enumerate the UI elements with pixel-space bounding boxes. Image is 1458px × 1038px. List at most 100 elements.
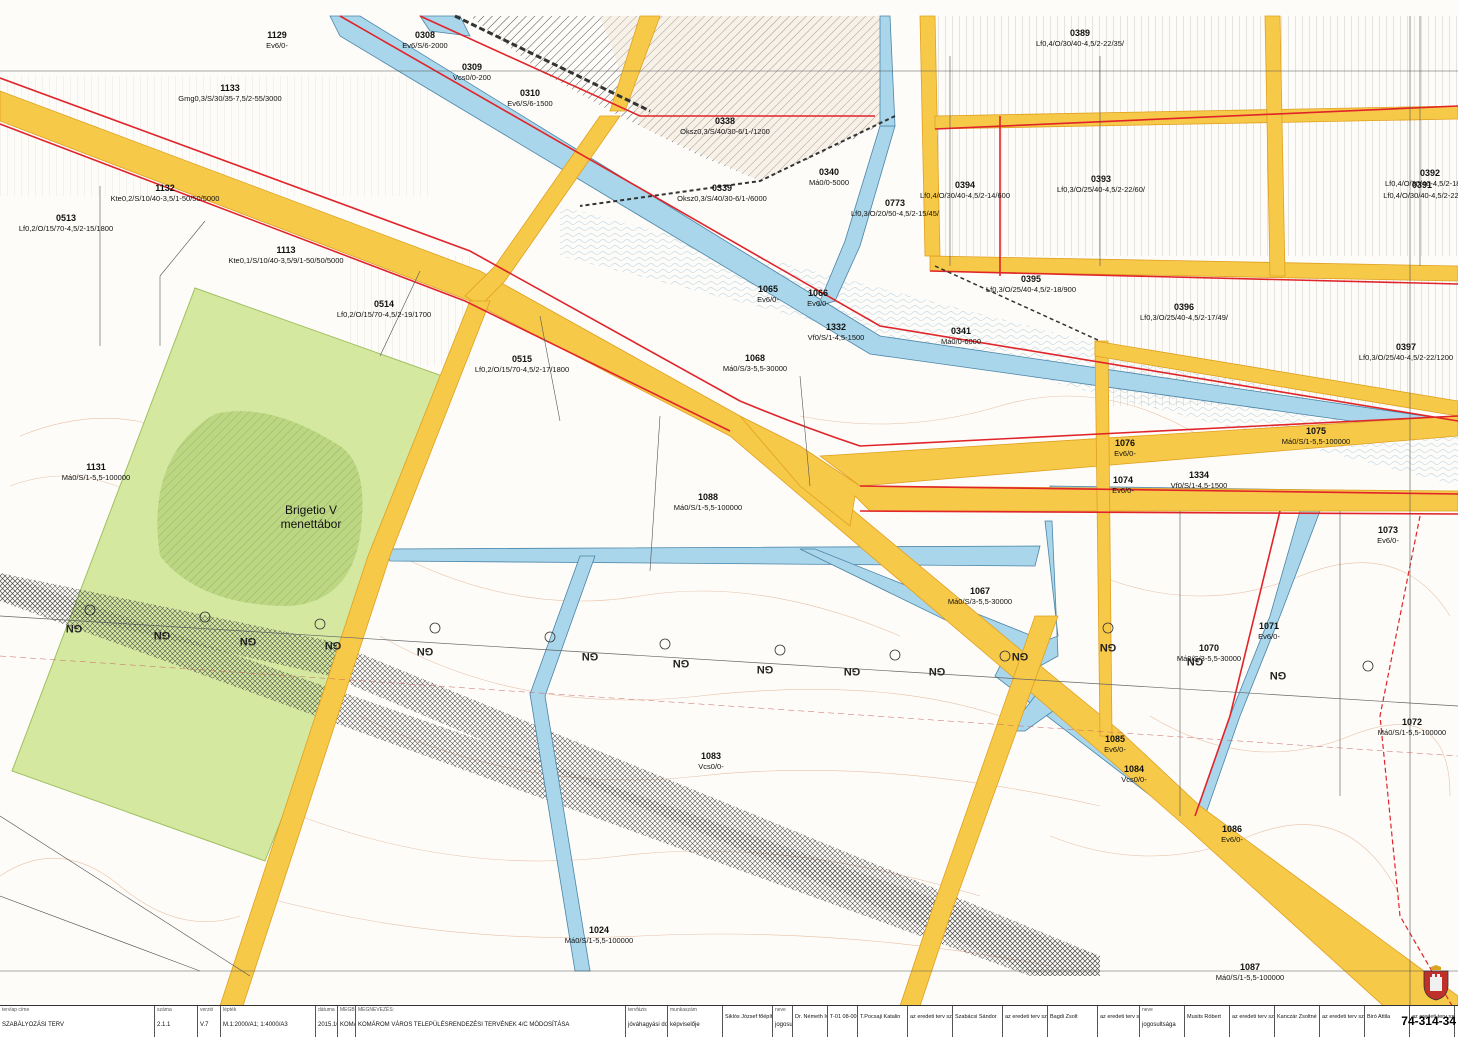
cell-value: SZABÁLYOZÁSI TERV bbox=[2, 1022, 65, 1028]
cell-value: jogosultsága bbox=[775, 1022, 793, 1028]
zoning-code: Má0/S/3-5,5-30000 bbox=[723, 364, 787, 373]
cell-key: száma bbox=[157, 1007, 172, 1013]
title-block-cell: T.Pocsaji Katalin bbox=[858, 1006, 908, 1037]
title-block-cell: verzió V.7 bbox=[198, 1006, 221, 1037]
area-label: Brigetio V bbox=[285, 503, 337, 517]
zoning-code: Lf0,4/O/30/40-4,5/2-22/35/ bbox=[1036, 39, 1125, 48]
zoning-code: Má0/0-6000 bbox=[941, 337, 981, 346]
parcel-number: 1070 bbox=[1199, 643, 1219, 653]
zoning-code: Lf0,4/O/30/40-4,5/2-22/ bbox=[1383, 191, 1458, 200]
zoning-code: Lf0,2/O/15/70-4,5/2-15/1800 bbox=[19, 224, 113, 233]
cell-value: KOMÁROM VÁROS TELEPÜLÉSRENDEZÉSI TERVÉNE… bbox=[358, 1022, 570, 1028]
parcel-number: 1073 bbox=[1378, 525, 1398, 535]
parcel-number: 1113 bbox=[276, 245, 295, 255]
zoning-code: Ev6/0- bbox=[757, 295, 779, 304]
parcel-number: 0341 bbox=[951, 326, 971, 336]
zoning-code: Ev6/0- bbox=[1221, 835, 1243, 844]
parcel-number: 1066 bbox=[808, 288, 828, 298]
parcel-number: 1075 bbox=[1306, 426, 1326, 436]
zoning-code: Vcs0/0- bbox=[698, 762, 724, 771]
cell-value: 2015.10.15. bbox=[318, 1022, 337, 1028]
cell-key: neve bbox=[1142, 1007, 1153, 1013]
cell-key: tervfázis bbox=[628, 1007, 647, 1013]
zoning-code: Lf0,3/O/20/50-4,5/2-15/45/ bbox=[851, 209, 940, 218]
zoning-code: Ev6/S/6-1500 bbox=[507, 99, 552, 108]
title-block-cell: Bagdi Zsolt bbox=[1048, 1006, 1098, 1037]
cell-value: M.1:2000/A1; 1:4000/A3 bbox=[223, 1022, 288, 1028]
gn-label: GN bbox=[1187, 655, 1204, 667]
title-block-cell: munkaszám képviselője bbox=[668, 1006, 723, 1037]
parcel-number: 0392 bbox=[1420, 168, 1440, 178]
zoning-code: Má0/S/1-5,5-100000 bbox=[1378, 728, 1446, 737]
title-block-cell: az eredeti terv szakági tervezője bbox=[1098, 1006, 1140, 1037]
cell-value: Musits Róbert bbox=[1187, 1014, 1221, 1020]
parcel-number: 1072 bbox=[1402, 717, 1422, 727]
cell-key: neve bbox=[775, 1007, 786, 1013]
cell-value: Szabácsi Sándor bbox=[955, 1014, 997, 1020]
zoning-map: 1129Ev6/0-0308Ev6/S/6-20000309Vcs0/0-200… bbox=[0, 14, 1458, 1022]
title-block-cell: neve jogosultsága bbox=[773, 1006, 793, 1037]
parcel-number: 0773 bbox=[885, 198, 905, 208]
parcel-number: 0513 bbox=[56, 213, 76, 223]
zoning-code: Vf0/S/1-4,5-1500 bbox=[1171, 481, 1228, 490]
zoning-code: Vcs0/0- bbox=[1121, 775, 1147, 784]
parcel-number: 1131 bbox=[86, 462, 106, 472]
title-block-cell: tervlap címe SZABÁLYOZÁSI TERV bbox=[0, 1006, 155, 1037]
cell-key: tervlap címe bbox=[2, 1007, 30, 1013]
cell-value: Siklós József főépítész bbox=[725, 1014, 773, 1020]
gn-label: GN bbox=[66, 622, 83, 634]
title-block-cell: T-01 08-0067 bbox=[828, 1006, 858, 1037]
cell-value: T-01 08-0067 bbox=[830, 1014, 857, 1020]
cell-value: Biró Attila bbox=[1367, 1014, 1391, 1020]
parcel-number: 1133 bbox=[220, 83, 240, 93]
title-block-cell: tervfázis jóváhagyási dokumentáció bbox=[626, 1006, 668, 1037]
parcel-number: 1332 bbox=[826, 322, 846, 332]
gn-label: GN bbox=[1012, 650, 1029, 662]
parcel-number: 0395 bbox=[1021, 274, 1041, 284]
cell-value: az eredeti terv szakági tervezője bbox=[1100, 1014, 1140, 1020]
cell-value: Dr. Németh Iván bbox=[795, 1014, 827, 1020]
cell-value: T.Pocsaji Katalin bbox=[860, 1014, 901, 1020]
cell-key: dátuma bbox=[318, 1007, 335, 1013]
parcel-number: 1088 bbox=[698, 492, 718, 502]
gn-label: GN bbox=[673, 657, 690, 669]
parcel-number: 1132 bbox=[155, 183, 175, 193]
parcel-number: 1071 bbox=[1259, 621, 1279, 631]
title-block-cell: az eredeti terv szakági tervezője bbox=[1230, 1006, 1275, 1037]
cell-value: az eredeti terv szakági tervezője bbox=[1232, 1014, 1274, 1020]
area-label: menettábor bbox=[281, 517, 342, 531]
zoning-code: Vcs0/0-200 bbox=[453, 73, 491, 82]
cell-key: MEGNEVEZÉS: bbox=[358, 1007, 395, 1013]
cell-value: az eredeti terv szakági tervezője bbox=[1005, 1014, 1047, 1020]
title-block-cell: Kanczár Zsoltné bbox=[1275, 1006, 1320, 1037]
zoning-code: Ev6/0- bbox=[1377, 536, 1399, 545]
gn-label: GN bbox=[1100, 641, 1117, 653]
cell-value: 2.1.1 bbox=[157, 1022, 171, 1028]
title-block-cell: MEGNEVEZÉS: KOMÁROM VÁROS TELEPÜLÉSRENDEZ… bbox=[356, 1006, 626, 1037]
title-block: tervlap címe SZABÁLYOZÁSI TERV száma 2.1.1 v… bbox=[0, 1005, 1458, 1038]
sheet-code: 74-314-34 bbox=[1401, 1014, 1456, 1028]
parcel-number: 1068 bbox=[745, 353, 765, 363]
parcel-number: 1067 bbox=[970, 586, 990, 596]
cell-key: MEGBÍZÓ: bbox=[340, 1007, 355, 1013]
zoning-code: Kte0,1/S/10/40-3,5/9/1-50/50/5000 bbox=[228, 256, 343, 265]
parcel-number: 0338 bbox=[715, 116, 735, 126]
parcel-number: 1074 bbox=[1113, 475, 1133, 485]
zoning-code: Kte0,2/S/10/40-3,5/1-50/50/5000 bbox=[111, 194, 220, 203]
zoning-code: Gmg0,3/S/30/35-7,5/2-55/3000 bbox=[178, 94, 281, 103]
gn-label: GN bbox=[1270, 669, 1287, 681]
cell-value: jogosultsága bbox=[1142, 1022, 1176, 1028]
parcel-number: 0397 bbox=[1396, 342, 1416, 352]
parcel-number: 0310 bbox=[520, 88, 540, 98]
parcel-number: 0394 bbox=[955, 180, 975, 190]
cell-value: jóváhagyási dokumentáció bbox=[628, 1022, 668, 1028]
gn-label: GN bbox=[757, 663, 774, 675]
zoning-code: Ev6/0- bbox=[1258, 632, 1280, 641]
zoning-code: Lf0,3/O/25/40-4,5/2-22/60/ bbox=[1057, 185, 1146, 194]
parcel-number: 0393 bbox=[1091, 174, 1111, 184]
zoning-code: Má0/S/1-5,5-100000 bbox=[565, 936, 633, 945]
parcel-number: 1084 bbox=[1124, 764, 1144, 774]
title-block-cell: az eredeti terv szakági tervezője bbox=[908, 1006, 953, 1037]
zoning-code: Ev6/S/6-2000 bbox=[402, 41, 447, 50]
zoning-code: Ev6/0- bbox=[807, 299, 829, 308]
